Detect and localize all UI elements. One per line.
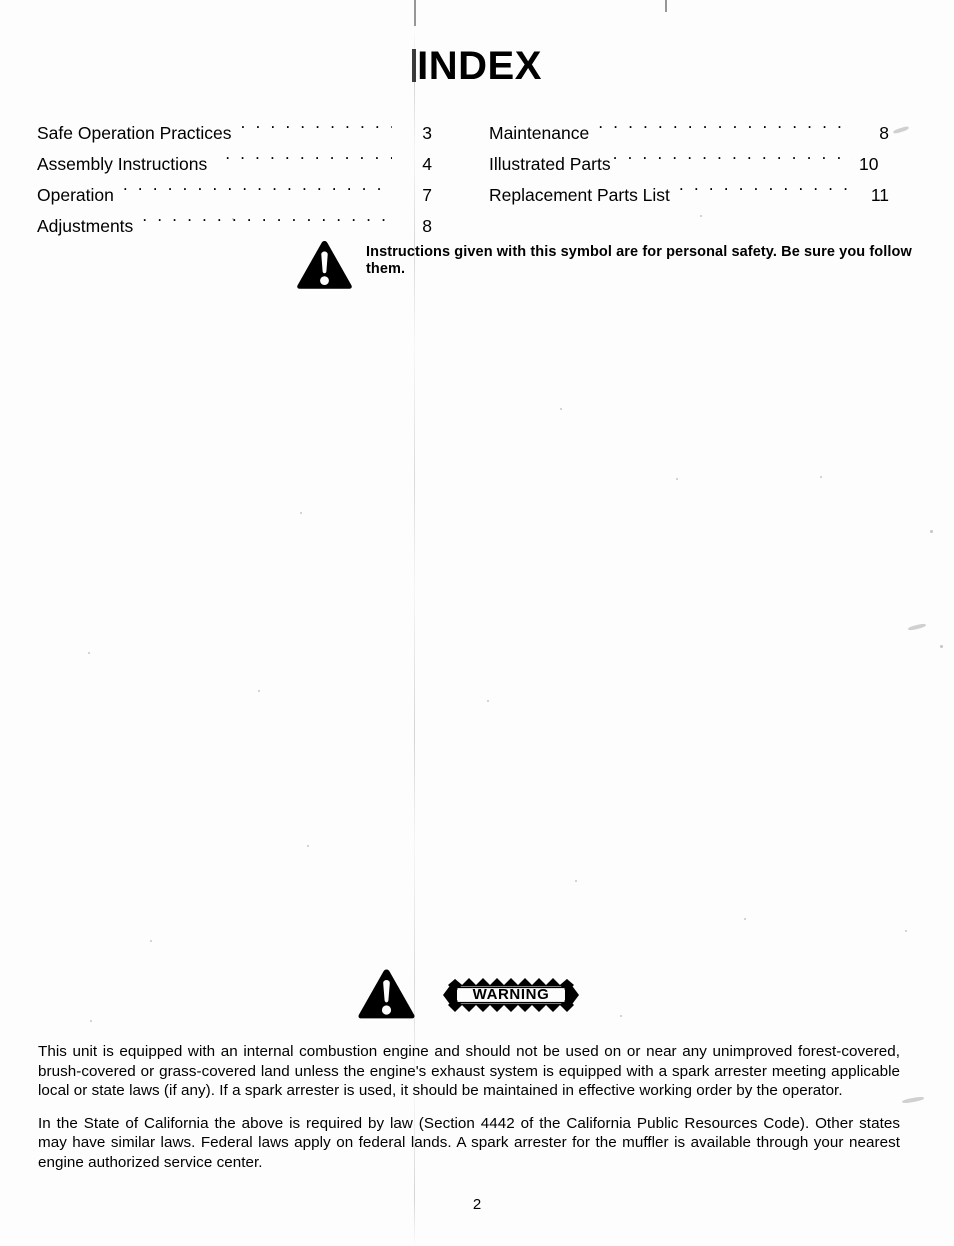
scan-artifact-tick-right (665, 0, 667, 12)
scan-speck (700, 215, 702, 217)
warning-triangle-icon (296, 240, 353, 291)
index-dot-leader (241, 122, 392, 139)
index-row[interactable]: Maintenance 8 (489, 118, 889, 149)
scan-speck (90, 1020, 92, 1022)
scan-speck (676, 478, 678, 480)
title-scan-stem (412, 49, 417, 82)
scan-speck (300, 512, 302, 514)
scan-smudge-warning-right (901, 1096, 925, 1104)
index-dot-leader (142, 215, 392, 232)
warning-header: WARNING (357, 968, 579, 1021)
index-row[interactable]: Operation 7 (37, 180, 432, 211)
warning-paragraph-2: In the State of California the above is … (38, 1114, 900, 1171)
index-entry-label: Replacement Parts List (489, 185, 670, 205)
scan-speck (560, 408, 562, 410)
scan-speck (575, 880, 577, 882)
scan-speck (940, 645, 943, 648)
index-entry-page: 7 (422, 185, 432, 205)
index-entry-page: 11 (870, 185, 889, 205)
index-entry-label: Maintenance (489, 123, 590, 143)
scan-speck (307, 845, 309, 847)
scan-speck (150, 940, 152, 942)
scan-smudge-right (892, 125, 910, 135)
index-entry-page: 3 (422, 123, 432, 143)
safety-symbol-note: Instructions given with this symbol are … (296, 240, 954, 291)
index-row[interactable]: Replacement Parts List 11 (489, 180, 889, 211)
index-row[interactable]: Illustrated Parts 10 (489, 149, 889, 180)
document-page: INDEX Safe Operation Practices 3 Assembl… (0, 0, 954, 1246)
scan-speck (620, 1015, 622, 1017)
index-column-right: Maintenance 8 Illustrated Parts 10 Repla… (489, 118, 889, 211)
scan-speck (744, 918, 746, 920)
index-entry-label: Illustrated Parts (489, 154, 611, 174)
index-entry-page: 4 (422, 154, 432, 174)
warning-body: This unit is equipped with an internal c… (38, 1042, 900, 1173)
index-column-left: Safe Operation Practices 3 Assembly Inst… (37, 118, 432, 242)
scan-speck (258, 690, 260, 692)
warning-paragraph-1: This unit is equipped with an internal c… (38, 1043, 900, 1100)
warning-banner: WARNING (443, 974, 579, 1016)
safety-note-text: Instructions given with this symbol are … (366, 244, 912, 277)
index-row[interactable]: Adjustments 8 (37, 211, 432, 242)
page-title-text: INDEX (417, 44, 542, 88)
index-entry-label: Operation (37, 185, 114, 205)
index-row[interactable]: Safe Operation Practices 3 (37, 118, 432, 149)
warning-triangle-icon (357, 968, 416, 1021)
scan-speck (820, 476, 822, 478)
index-entry-label: Assembly Instructions (37, 154, 208, 174)
scan-speck (930, 530, 933, 533)
index-dot-leader (123, 184, 392, 201)
scan-smudge-mid-right (907, 622, 927, 632)
index-entry-label: Safe Operation Practices (37, 123, 232, 143)
index-dot-leader (225, 153, 392, 170)
scan-artifact-tick-left (414, 0, 416, 26)
index-dot-leader (598, 122, 849, 139)
index-entry-label: Adjustments (37, 216, 134, 236)
scan-speck (88, 652, 90, 654)
index-entry-page: 8 (879, 123, 889, 143)
scan-speck (487, 700, 489, 702)
index-dot-leader (679, 184, 849, 201)
page-title: INDEX (0, 46, 954, 86)
index-dot-leader (613, 153, 853, 170)
index-row[interactable]: Assembly Instructions 4 (37, 149, 432, 180)
index-entry-page: 10 (859, 154, 879, 174)
warning-banner-label: WARNING (472, 985, 550, 1003)
page-number: 2 (472, 1196, 482, 1213)
scan-speck (905, 930, 907, 932)
index-entry-page: 8 (422, 216, 432, 236)
